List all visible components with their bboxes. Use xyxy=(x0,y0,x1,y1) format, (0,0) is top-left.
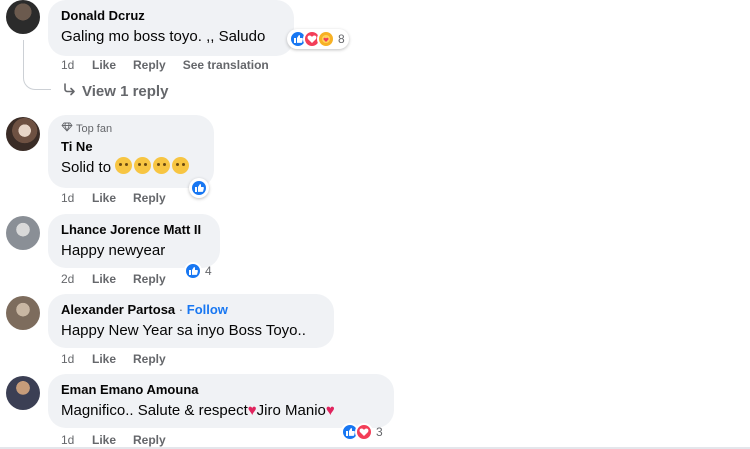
comment-text-row: Solid to xyxy=(61,157,201,178)
comment-bubble: Lhance Jorence Matt II Happy newyear xyxy=(48,214,220,268)
comment-actions: 1d Like Reply xyxy=(61,433,183,447)
reply-button[interactable]: Reply xyxy=(133,433,166,447)
reaction-count: 8 xyxy=(338,32,345,46)
like-button[interactable]: Like xyxy=(92,352,116,366)
like-button[interactable]: Like xyxy=(92,191,116,205)
reaction-summary[interactable]: 8 xyxy=(287,29,349,49)
heart-emoji-icon: ♥ xyxy=(325,402,335,419)
comment-bubble: Top fan Ti Ne Solid to xyxy=(48,115,214,188)
heart-emoji-icon: ♥ xyxy=(247,402,257,419)
like-button[interactable]: Like xyxy=(92,58,116,72)
reply-button[interactable]: Reply xyxy=(133,272,166,286)
avatar[interactable] xyxy=(6,376,40,410)
comment-time[interactable]: 1d xyxy=(61,352,92,366)
like-button[interactable]: Like xyxy=(92,272,116,286)
comment-text: Galing mo boss toyo. ,, Saludo xyxy=(61,28,266,45)
comment-text-mention: Jiro Manio xyxy=(256,402,326,419)
face-emoji-icon xyxy=(172,157,190,174)
badge-label: Top fan xyxy=(76,123,113,135)
face-emoji-icon xyxy=(134,157,152,174)
comment-time[interactable]: 2d xyxy=(61,272,92,286)
like-button[interactable]: Like xyxy=(92,433,116,447)
like-reaction-icon xyxy=(190,179,208,197)
reply-button[interactable]: Reply xyxy=(133,58,166,72)
reaction-summary[interactable]: 4 xyxy=(182,261,216,281)
separator-dot: · xyxy=(178,302,184,317)
comment-author[interactable]: Eman Emano Amouna xyxy=(61,381,381,398)
view-replies-button[interactable]: View 1 reply xyxy=(62,82,168,100)
comment-bubble: Donald Dcruz Galing mo boss toyo. ,, Sal… xyxy=(48,0,294,56)
comment-text: Solid to xyxy=(61,159,112,176)
diamond-icon xyxy=(61,122,73,136)
comment-author[interactable]: Alexander Partosa xyxy=(61,302,175,317)
comment-time[interactable]: 1d xyxy=(61,433,92,447)
comment-text: Happy New Year sa inyo Boss Toyo.. xyxy=(61,322,306,339)
reply-arrow-icon xyxy=(62,82,76,100)
avatar[interactable] xyxy=(6,296,40,330)
follow-button[interactable]: Follow xyxy=(187,302,228,317)
reaction-count: 3 xyxy=(376,425,383,439)
reply-button[interactable]: Reply xyxy=(133,191,166,205)
reaction-summary[interactable] xyxy=(189,178,209,198)
see-translation-button[interactable]: See translation xyxy=(183,58,269,72)
love-reaction-icon xyxy=(355,423,373,441)
comment-author[interactable]: Lhance Jorence Matt II xyxy=(61,221,207,238)
comment-author-row: Alexander Partosa · Follow xyxy=(61,301,321,318)
avatar[interactable] xyxy=(6,117,40,151)
comment-time[interactable]: 1d xyxy=(61,58,92,72)
reaction-summary[interactable]: 3 xyxy=(339,422,387,442)
comment-text: Magnifico.. Salute & respect xyxy=(61,402,248,419)
comment-actions: 2d Like Reply xyxy=(61,272,183,286)
comment-actions: 1d Like Reply xyxy=(61,352,183,366)
comment-time[interactable]: 1d xyxy=(61,191,92,205)
thread-connector xyxy=(23,40,51,90)
reply-button[interactable]: Reply xyxy=(133,352,166,366)
avatar[interactable] xyxy=(6,216,40,250)
view-replies-label: View 1 reply xyxy=(82,82,169,100)
reaction-count: 4 xyxy=(205,264,212,278)
care-reaction-icon xyxy=(317,30,335,48)
face-emoji-icon xyxy=(153,157,171,174)
comment-text: Happy newyear xyxy=(61,242,166,259)
comment-bubble: Alexander Partosa · Follow Happy New Yea… xyxy=(48,294,334,348)
comment-actions: 1d Like Reply See translation xyxy=(61,58,286,72)
avatar[interactable] xyxy=(6,0,40,34)
comment-author[interactable]: Donald Dcruz xyxy=(61,7,281,24)
comment-text-row: Magnifico.. Salute & respect♥Jiro Manio♥ xyxy=(61,400,381,421)
like-reaction-icon xyxy=(184,262,202,280)
comment-author[interactable]: Ti Ne xyxy=(61,138,201,155)
comment-bubble: Eman Emano Amouna Magnifico.. Salute & r… xyxy=(48,374,394,428)
comment-actions: 1d Like Reply xyxy=(61,191,183,205)
top-fan-badge: Top fan xyxy=(61,122,201,136)
face-emoji-icon xyxy=(115,157,133,174)
